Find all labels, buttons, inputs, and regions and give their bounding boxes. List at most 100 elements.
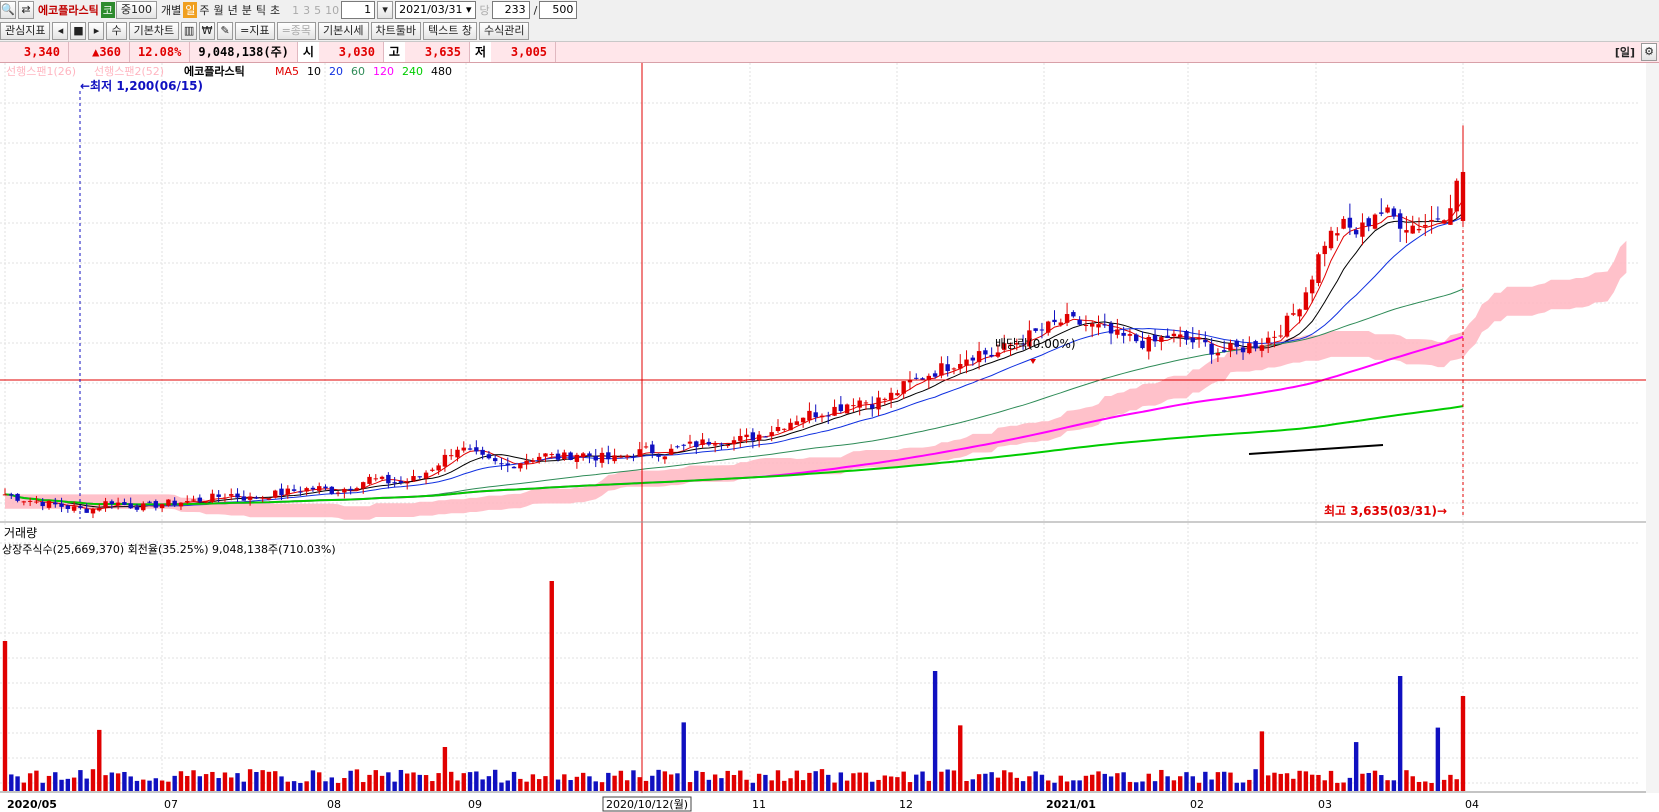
volume-bar	[794, 770, 800, 791]
candle-body	[819, 415, 825, 418]
candle-body	[71, 506, 77, 511]
candle-body	[1441, 220, 1447, 224]
volume-bar	[687, 782, 693, 791]
period-n-10[interactable]: 10	[325, 4, 339, 17]
volume-bar	[920, 771, 925, 791]
volume-bar	[1102, 773, 1107, 791]
prev-icon[interactable]: ◂	[52, 21, 69, 40]
candle-body	[153, 501, 159, 508]
volume-bar	[442, 746, 448, 791]
legend-ma-item: 20	[329, 65, 343, 78]
candle-body	[1259, 345, 1265, 351]
wrench-icon[interactable]: ✎	[217, 21, 234, 40]
candle-body	[668, 448, 674, 455]
date-field[interactable]: 2021/03/31 ▾	[395, 1, 476, 19]
candle-icon[interactable]: ▥	[181, 21, 198, 40]
basic-quote-button[interactable]: 기본시세	[318, 21, 369, 40]
period-individual[interactable]: 개별	[161, 2, 181, 18]
legend-ma-item: 240	[402, 65, 423, 78]
period-tag[interactable]: [일]	[1615, 44, 1635, 60]
x-axis-label: 2020/05	[7, 798, 57, 811]
candle-body	[1328, 230, 1334, 249]
stop-icon[interactable]: ■	[70, 21, 87, 40]
stock-chart[interactable]: 선행스팬1(26) 선행스팬2(52) 에코플라스틱 MA 5 10 20 60 120…	[0, 63, 1659, 812]
candle-body	[870, 404, 875, 409]
volume-bar	[159, 780, 165, 791]
period-day[interactable]: 일	[183, 2, 198, 18]
volume-bar	[518, 778, 523, 791]
basic-chart-button[interactable]: 기본차트	[128, 21, 180, 40]
volume-bar	[1039, 774, 1045, 791]
period-n-1[interactable]: 1	[292, 4, 299, 17]
volume-bar	[361, 782, 366, 791]
volume-bar	[1215, 772, 1221, 791]
legend-span2: 선행스팬2(52)	[94, 65, 164, 78]
formula-manager-button[interactable]: 수식관리	[478, 21, 530, 40]
period-year[interactable]: 년	[228, 2, 238, 18]
symbol-button[interactable]: =종목	[276, 21, 317, 40]
candle-body	[624, 455, 630, 458]
period-week[interactable]: 주	[199, 2, 209, 18]
su-button[interactable]: 수	[106, 21, 127, 40]
volume-bar	[1259, 731, 1265, 791]
swap-icon[interactable]: ⇄	[18, 1, 34, 19]
volume-bar	[1108, 776, 1114, 791]
volume-bar	[354, 769, 360, 791]
count-field[interactable]: 233	[491, 1, 530, 19]
volume-bar	[128, 776, 133, 791]
candle-body	[851, 405, 856, 407]
volume-bar	[398, 769, 404, 791]
period-tick[interactable]: 틱	[256, 2, 266, 18]
period-input[interactable]: 1	[341, 1, 376, 19]
volume-panel-title: 거래량	[4, 526, 37, 540]
candle-body	[599, 452, 605, 463]
indicator-button[interactable]: =지표	[235, 21, 275, 40]
candle-body	[1316, 254, 1321, 284]
settings-icon[interactable]: ⚙	[1641, 43, 1657, 61]
candle-body	[945, 364, 950, 372]
high-annotation: 최고 3,635(03/31)→	[1324, 503, 1447, 518]
won-icon[interactable]: ₩	[199, 21, 216, 40]
volume-bar	[807, 772, 812, 791]
search-icon[interactable]: 🔍	[0, 1, 16, 19]
period-minute[interactable]: 분	[242, 2, 252, 18]
volume-bar	[876, 779, 881, 791]
volume-bar	[115, 773, 121, 791]
next-icon[interactable]: ▸	[88, 21, 105, 40]
index-tag[interactable]: 중100	[115, 1, 157, 19]
candle-body	[606, 452, 611, 460]
period-n-5[interactable]: 5	[314, 4, 321, 17]
candle-body	[844, 404, 850, 414]
chart-toolbar-button[interactable]: 차트툴바	[370, 21, 421, 40]
volume-bar	[1366, 772, 1371, 791]
volume-bar	[480, 779, 485, 791]
candle-body	[662, 456, 668, 460]
candle-body	[254, 497, 259, 499]
total-field[interactable]: 500	[539, 1, 578, 19]
candle-body	[951, 368, 957, 370]
period-dropdown-icon[interactable]: ▾	[377, 1, 394, 19]
candle-body	[310, 487, 316, 490]
candle-body	[1115, 329, 1120, 335]
text-window-button[interactable]: 텍스트 창	[423, 21, 477, 40]
volume-bar	[467, 772, 473, 791]
volume-bar	[932, 671, 938, 791]
volume-bar	[1454, 779, 1459, 791]
candle-body	[681, 444, 686, 446]
right-scrollbar[interactable]	[1646, 63, 1659, 793]
candle-body	[178, 502, 184, 507]
period-second[interactable]: 초	[270, 2, 280, 18]
period-month[interactable]: 월	[213, 2, 223, 18]
volume-bar	[863, 772, 869, 791]
volume-bar	[574, 776, 580, 791]
volume-bar	[1322, 780, 1327, 791]
interest-indicator-button[interactable]: 관심지표	[0, 21, 51, 40]
volume-bar	[543, 776, 548, 791]
candle-body	[367, 476, 372, 484]
volume-bar	[983, 773, 988, 791]
legend-ma-item: 60	[351, 65, 365, 78]
volume-bar	[15, 776, 20, 791]
candle-body	[863, 402, 869, 404]
period-n-3[interactable]: 3	[303, 4, 310, 17]
stock-name[interactable]: 에코플라스틱	[38, 2, 99, 18]
